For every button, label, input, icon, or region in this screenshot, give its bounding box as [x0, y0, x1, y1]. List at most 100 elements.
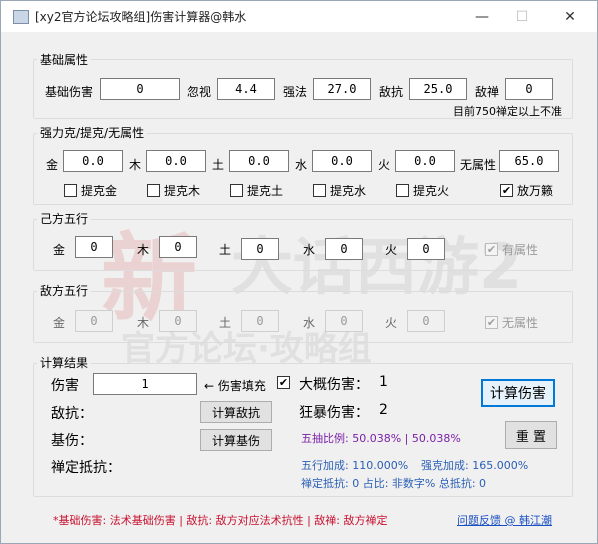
enemy-elements-title: 敌方五行 [37, 282, 92, 299]
enemy-fire-input[interactable]: 0 [407, 310, 445, 332]
restraint-earth-label: 土 [212, 158, 225, 172]
calc-resist-button[interactable]: 计算敌抗 [200, 401, 272, 423]
restraint-water-input[interactable]: 0.0 [312, 150, 372, 172]
check-ti-ke-wood[interactable]: 提克木 [147, 182, 200, 199]
enemy-no-attr-check[interactable]: ✔ 无属性 [485, 314, 538, 331]
check-label: 有属性 [502, 243, 539, 257]
own-water-input[interactable]: 0 [325, 238, 363, 260]
restraint-wood-input[interactable]: 0.0 [146, 150, 206, 172]
checkbox-box [396, 184, 409, 197]
enemy-fire-label: 火 [385, 316, 398, 330]
own-earth-input[interactable]: 0 [241, 238, 279, 260]
close-button[interactable]: ✕ [547, 1, 593, 32]
enemy-resist-label: 敌抗 [379, 85, 404, 99]
own-fire-input[interactable]: 0 [407, 238, 445, 260]
app-icon [13, 9, 29, 24]
check-label: 提克水 [330, 184, 367, 198]
checkmark-icon: ✔ [485, 316, 498, 329]
restrain-bonus-text: 强克加成: 165.000% [421, 459, 529, 472]
restraint-earth-input[interactable]: 0.0 [229, 150, 289, 172]
checkbox-box [147, 184, 160, 197]
own-metal-label: 金 [53, 243, 66, 257]
restraint-fire-label: 火 [378, 158, 391, 172]
own-wood-input[interactable]: 0 [159, 236, 197, 258]
check-label: 提克火 [413, 184, 450, 198]
check-label: 提克木 [164, 184, 201, 198]
five-ratio-text: 五抽比例: 50.038% | 50.038% [301, 432, 461, 445]
base-damage-label: 基础伤害 [45, 85, 94, 99]
check-ti-ke-water[interactable]: 提克水 [313, 182, 366, 199]
crit-damage-value: 2 [379, 402, 388, 418]
ignore-input[interactable]: 4.4 [217, 78, 275, 100]
result-resist-label: 敌抗： [51, 406, 93, 422]
element-bonus-text: 五行加成: 110.000% [301, 459, 409, 472]
check-ti-ke-earth[interactable]: 提克土 [230, 182, 283, 199]
enemy-zen-label: 敌禅 [475, 85, 500, 99]
no-attr-input[interactable]: 65.0 [499, 150, 559, 172]
restraint-water-label: 水 [295, 158, 308, 172]
checkbox-box [313, 184, 326, 197]
restraint-group-title: 强力克/提克/无属性 [37, 124, 148, 141]
own-wood-label: 木 [137, 243, 150, 257]
result-group-title: 计算结果 [37, 354, 92, 371]
enemy-wood-label: 木 [137, 316, 150, 330]
calc-damage-button[interactable]: 计算伤害 [481, 379, 555, 407]
restraint-metal-input[interactable]: 0.0 [63, 150, 123, 172]
enemy-earth-label: 土 [219, 316, 232, 330]
strong-magic-input[interactable]: 27.0 [313, 78, 371, 100]
restraint-wood-label: 木 [129, 158, 142, 172]
damage-input[interactable]: 1 [93, 373, 197, 395]
own-has-attr-check[interactable]: ✔ 有属性 [485, 241, 538, 258]
restraint-metal-label: 金 [46, 158, 59, 172]
approx-damage-value: 1 [379, 374, 388, 390]
check-label: 提克土 [247, 184, 284, 198]
checkmark-icon: ✔ [277, 376, 290, 389]
checkmark-icon: ✔ [500, 184, 513, 197]
enemy-water-input[interactable]: 0 [325, 310, 363, 332]
strong-magic-label: 强法 [283, 85, 308, 99]
checkmark-icon: ✔ [485, 243, 498, 256]
check-ti-ke-metal[interactable]: 提克金 [64, 182, 117, 199]
checkbox-box [230, 184, 243, 197]
approx-damage-label: 大概伤害： [299, 377, 369, 393]
damage-label: 伤害 [51, 378, 79, 394]
footer-note: *基础伤害: 法术基础伤害 | 敌抗: 敌方对应法术抗性 | 敌禅: 敌方禅定 [53, 514, 388, 527]
enemy-metal-label: 金 [53, 316, 66, 330]
enemy-wood-input[interactable]: 0 [159, 310, 197, 332]
window-title: [xy2官方论坛攻略组]伤害计算器@韩水 [35, 10, 247, 24]
enemy-earth-input[interactable]: 0 [241, 310, 279, 332]
title-bar: [xy2官方论坛攻略组]伤害计算器@韩水 — ☐ ✕ [1, 1, 597, 32]
feedback-link[interactable]: 问题反馈 @ 韩江潮 [457, 512, 552, 528]
check-label: 放万籁 [517, 184, 554, 198]
own-elements-title: 己方五行 [37, 210, 92, 227]
app-window: [xy2官方论坛攻略组]伤害计算器@韩水 — ☐ ✕ 新 大话西游2 官方论坛·… [0, 0, 598, 544]
no-attr-label: 无属性 [460, 158, 497, 172]
basic-group-title: 基础属性 [37, 51, 92, 68]
ignore-label: 忽视 [187, 85, 212, 99]
restraint-fire-input[interactable]: 0.0 [395, 150, 455, 172]
checkbox-box [64, 184, 77, 197]
own-fire-label: 火 [385, 243, 398, 257]
enemy-zen-input[interactable]: 0 [505, 78, 553, 100]
damage-fill-check[interactable]: ✔ [277, 376, 294, 389]
check-label: 提克金 [81, 184, 118, 198]
damage-fill-hint: ← 伤害填充 [204, 379, 266, 393]
check-ti-ke-fire[interactable]: 提克火 [396, 182, 449, 199]
base-damage-input[interactable]: 0 [100, 78, 180, 100]
own-metal-input[interactable]: 0 [75, 236, 113, 258]
calc-base-button[interactable]: 计算基伤 [200, 429, 272, 451]
zen-warning-note: 目前750禅定以上不准 [453, 105, 562, 118]
zen-stats-text: 禅定抵抗: 0 占比: 非数字% 总抵抗: 0 [301, 477, 487, 490]
enemy-resist-input[interactable]: 25.0 [409, 78, 467, 100]
result-base-label: 基伤： [51, 433, 93, 449]
enemy-metal-input[interactable]: 0 [75, 310, 113, 332]
result-zen-label: 禅定抵抗： [51, 460, 121, 476]
crit-damage-label: 狂暴伤害： [299, 405, 369, 421]
own-water-label: 水 [303, 243, 316, 257]
check-label: 无属性 [502, 316, 539, 330]
own-earth-label: 土 [219, 243, 232, 257]
reset-button[interactable]: 重 置 [505, 421, 557, 449]
enemy-water-label: 水 [303, 316, 316, 330]
check-fang-wan-lai[interactable]: ✔ 放万籁 [500, 182, 553, 199]
maximize-button[interactable]: ☐ [499, 1, 545, 32]
